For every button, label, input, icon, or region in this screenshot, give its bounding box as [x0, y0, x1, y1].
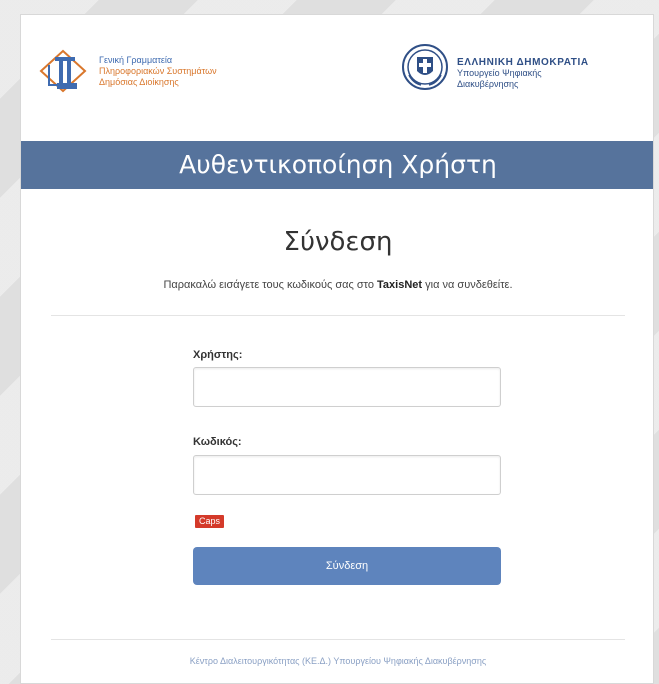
- authentication-title: Αυθεντικοποίηση Χρήστη: [179, 150, 497, 179]
- gsis-name-line2: Πληροφοριακών Συστημάτων: [99, 66, 217, 76]
- header-logos: Γενική Γραμματεία Πληροφοριακών Συστημάτ…: [21, 15, 653, 141]
- login-heading: Σύνδεση: [283, 227, 393, 257]
- instruction-taxisnet: TaxisNet: [377, 279, 423, 291]
- password-input[interactable]: [193, 455, 501, 495]
- caps-lock-warning-badge: Caps: [195, 515, 225, 528]
- footer-text: Κέντρο Διαλειτουργικότητας (ΚΕ.Δ.) Υπουρ…: [189, 656, 487, 666]
- login-instruction: Παρακαλώ εισάγετε τους κωδικούς σας στο …: [21, 279, 653, 291]
- instruction-text-before: Παρακαλώ εισάγετε τους κωδικούς σας στο: [163, 279, 374, 291]
- login-card: Γενική Γραμματεία Πληροφοριακών Συστημάτ…: [20, 14, 654, 684]
- bottom-divider: [51, 639, 625, 640]
- top-divider: [51, 315, 625, 316]
- gsis-emblem-icon: [37, 45, 89, 97]
- username-label: Χρήστης:: [193, 349, 243, 361]
- username-input[interactable]: [193, 367, 501, 407]
- login-submit-button[interactable]: Σύνδεση: [193, 547, 501, 585]
- ministry-logo: ΕΛΛΗΝΙΚΗ ΔΗΜΟΚΡΑΤΙΑ Υπουργείο Ψηφιακής Δ…: [399, 41, 589, 93]
- republic-title: ΕΛΛΗΝΙΚΗ ΔΗΜΟΚΡΑΤΙΑ: [457, 57, 589, 68]
- gsis-logo: Γενική Γραμματεία Πληροφοριακών Συστημάτ…: [37, 45, 217, 97]
- ministry-name-line2: Διακυβέρνησης: [457, 79, 519, 89]
- gsis-name-line3: Δημόσιας Διοίκησης: [99, 77, 179, 87]
- authentication-title-bar: Αυθεντικοποίηση Χρήστη: [21, 141, 653, 189]
- greek-seal-icon: [399, 41, 451, 93]
- gsis-name-line1: Γενική Γραμματεία: [99, 55, 173, 65]
- ministry-name-line1: Υπουργείο Ψηφιακής: [457, 68, 542, 78]
- instruction-text-after: για να συνδεθείτε.: [425, 279, 513, 291]
- password-label: Κωδικός:: [193, 436, 242, 448]
